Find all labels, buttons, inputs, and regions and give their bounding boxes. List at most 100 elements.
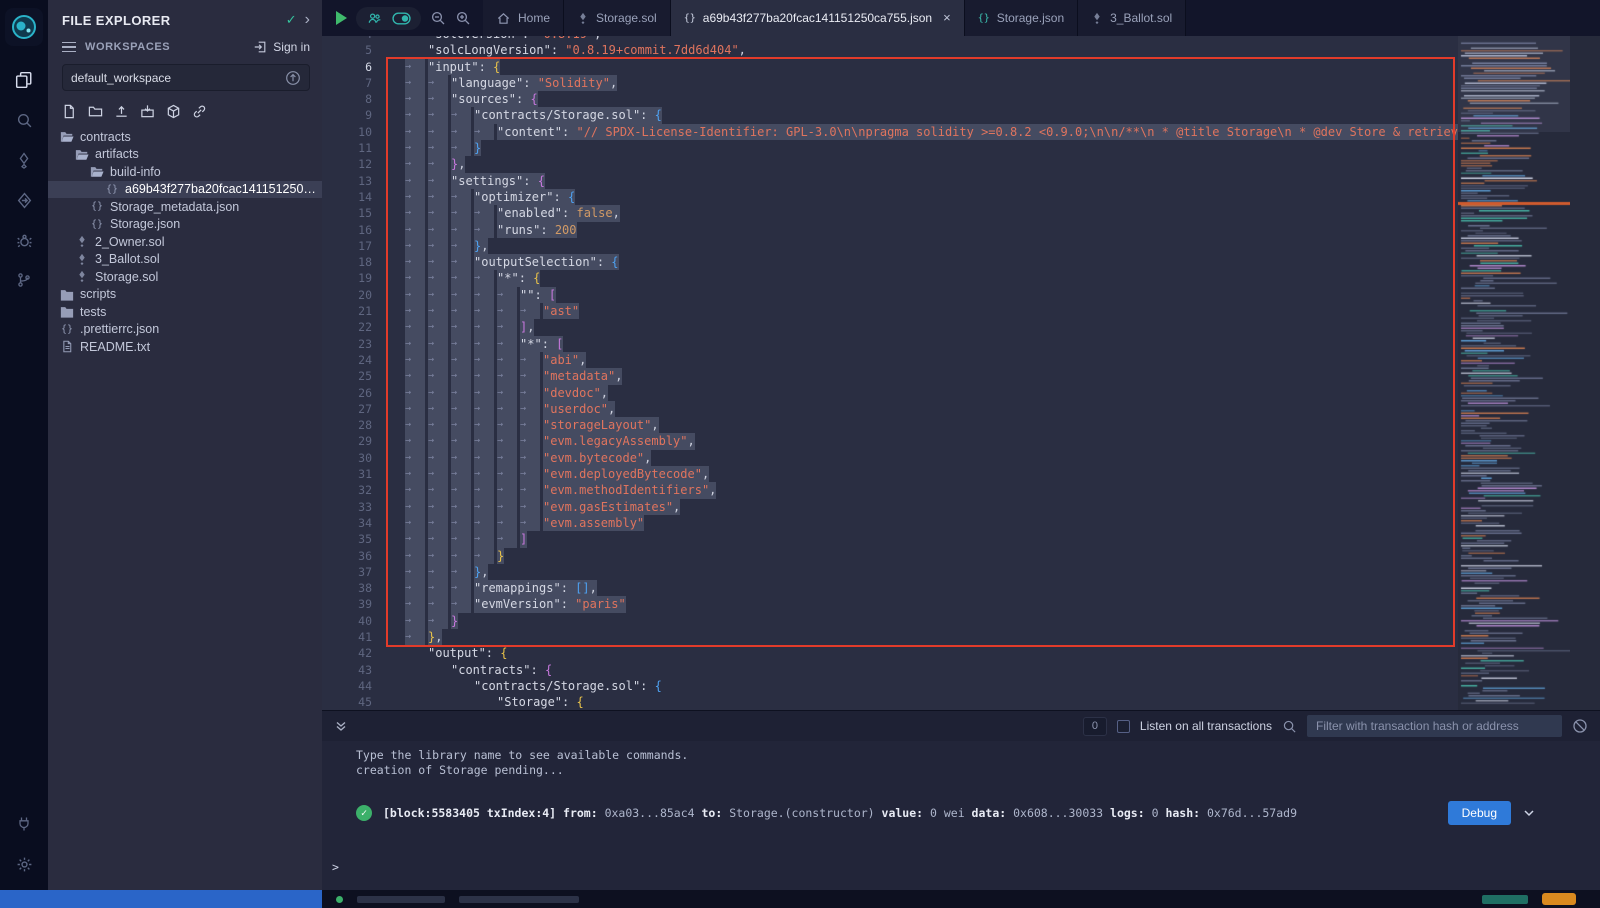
code-line: 23→→→→→"*": [	[322, 336, 1458, 352]
terminal-output[interactable]: Type the library name to see available c…	[322, 741, 1600, 890]
minimap-slider[interactable]	[1458, 36, 1570, 132]
code-line: 45"Storage": {	[322, 694, 1458, 710]
sign-in-button[interactable]: Sign in	[253, 40, 310, 54]
file-tree-item[interactable]: 3_Ballot.sol	[48, 251, 322, 269]
file-tree-item[interactable]: contracts	[48, 128, 322, 146]
code-area[interactable]: 4"solcVersion": "0.8.19",5"solcLongVersi…	[322, 36, 1458, 710]
indent-guide: →	[474, 531, 494, 547]
file-tree-item[interactable]: Storage.sol	[48, 268, 322, 286]
tab-home[interactable]: Home	[483, 0, 564, 36]
remix-logo[interactable]	[5, 8, 43, 46]
listen-all-checkbox[interactable]	[1117, 720, 1130, 733]
code-line: 40→→}	[322, 613, 1458, 629]
settings-icon[interactable]	[0, 844, 48, 884]
terminal-search-icon[interactable]	[1282, 719, 1297, 734]
line-number: 17	[322, 238, 384, 254]
indent-guide: →	[474, 319, 494, 335]
code-line: 39→→→"evmVersion": "paris"	[322, 596, 1458, 612]
indent-guide: →	[428, 450, 448, 466]
tab-a69b43f277ba20fcac141151250ca755-json[interactable]: {}a69b43f277ba20fcac141151250ca755.json×	[671, 0, 965, 36]
indent-guide: →	[497, 368, 517, 384]
indent-guide: →	[405, 433, 425, 449]
tx-expand-chevron-icon[interactable]	[1522, 806, 1536, 820]
indent-guide: →	[474, 222, 494, 238]
debugger-icon[interactable]	[0, 220, 48, 260]
close-tab-icon[interactable]: ×	[943, 13, 951, 23]
json-file-icon: {}	[90, 201, 104, 212]
tab-label: Home	[518, 11, 550, 25]
activity-bar	[0, 0, 48, 890]
file-tree-item[interactable]: build-info	[48, 163, 322, 181]
json-icon: {}	[978, 13, 990, 24]
zoom-out-icon[interactable]	[430, 10, 446, 26]
debug-button[interactable]: Debug	[1448, 801, 1511, 825]
file-tree-item[interactable]: {}a69b43f277ba20fcac141151250ca7...	[48, 181, 322, 199]
file-tree-item[interactable]: README.txt	[48, 338, 322, 356]
clear-console-icon[interactable]	[1572, 718, 1588, 734]
link-icon[interactable]	[192, 104, 207, 119]
minimap[interactable]	[1458, 36, 1600, 710]
zoom-in-icon[interactable]	[455, 10, 471, 26]
indent-guide: →	[497, 319, 517, 335]
status-alert-badge[interactable]	[1542, 893, 1576, 905]
tab-storage-json[interactable]: {}Storage.json	[965, 0, 1078, 36]
workspace-select[interactable]: default_workspace	[62, 64, 310, 91]
folder-open-icon	[90, 165, 104, 178]
line-number: 41	[322, 629, 384, 645]
indent-guide: →	[451, 433, 471, 449]
indent-guide: →	[497, 515, 517, 531]
indent-guide: →	[405, 515, 425, 531]
plugin-manager-icon[interactable]	[0, 804, 48, 844]
search-icon[interactable]	[0, 100, 48, 140]
indent-guide: →	[405, 548, 425, 564]
accounts-icon[interactable]	[366, 11, 383, 26]
git-icon[interactable]	[0, 260, 48, 300]
file-tree-item[interactable]: 2_Owner.sol	[48, 233, 322, 251]
line-number: 11	[322, 140, 384, 156]
transaction-filter-input[interactable]	[1307, 715, 1562, 737]
indent-guide: →	[474, 433, 494, 449]
tab-3-ballot-sol[interactable]: 3_Ballot.sol	[1078, 0, 1186, 36]
indent-guide: →	[405, 482, 425, 498]
file-tree-item[interactable]: {}.prettierrc.json	[48, 321, 322, 339]
solidity-compiler-icon[interactable]	[0, 140, 48, 180]
tab-storage-sol[interactable]: Storage.sol	[564, 0, 671, 36]
upload-file-icon[interactable]	[114, 104, 129, 119]
file-name: Storage_metadata.json	[110, 200, 239, 214]
indent-guide: →	[428, 238, 448, 254]
load-cube-icon[interactable]	[166, 104, 181, 119]
file-tree-item[interactable]: {} Storage_metadata.json	[48, 198, 322, 216]
file-tree: contractsartifactsbuild-info{}a69b43f277…	[48, 128, 322, 356]
file-icon	[60, 340, 74, 353]
indent-guide	[474, 694, 494, 710]
indent-guide: →	[405, 531, 425, 547]
run-script-button[interactable]	[336, 11, 347, 25]
file-actions-toolbar	[48, 95, 322, 126]
import-box-icon[interactable]	[140, 104, 155, 119]
terminal-expand-icon[interactable]	[334, 719, 348, 733]
toggle-icon[interactable]	[392, 12, 411, 25]
file-tree-item[interactable]: {}Storage.json	[48, 216, 322, 234]
new-folder-icon[interactable]	[88, 104, 103, 119]
indent-guide: →	[405, 303, 425, 319]
file-tree-item[interactable]: scripts	[48, 286, 322, 304]
terminal-prompt[interactable]: >	[332, 860, 339, 874]
code-line: 21→→→→→→"ast"	[322, 303, 1458, 319]
file-tree-item[interactable]: tests	[48, 303, 322, 321]
code-line: 20→→→→→"": [	[322, 287, 1458, 303]
chevron-right-icon[interactable]: ›	[305, 15, 310, 25]
line-number: 23	[322, 336, 384, 352]
file-name: scripts	[80, 287, 116, 301]
deploy-and-run-icon[interactable]	[0, 180, 48, 220]
indent-guide: →	[405, 401, 425, 417]
workspace-menu-icon[interactable]	[62, 42, 76, 53]
indent-guide	[405, 662, 425, 678]
file-explorer-icon[interactable]	[0, 60, 48, 100]
indent-guide: →	[497, 287, 517, 303]
line-number: 19	[322, 270, 384, 286]
tx-success-icon: ✓	[356, 805, 372, 821]
file-tree-item[interactable]: artifacts	[48, 146, 322, 164]
new-file-icon[interactable]	[62, 104, 77, 119]
indent-guide: →	[451, 515, 471, 531]
indent-guide: →	[497, 352, 517, 368]
